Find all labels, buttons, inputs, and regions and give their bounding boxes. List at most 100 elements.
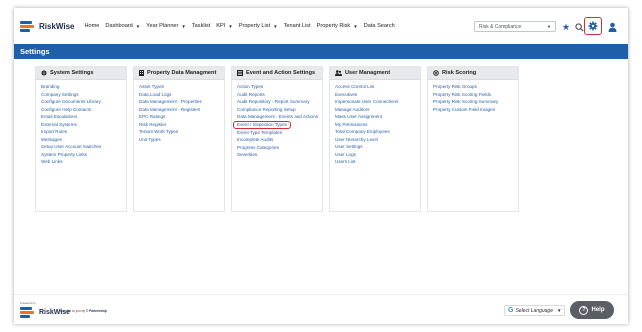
settings-link-data-management-events-and-actions[interactable]: Data Management - Events and Actions <box>237 113 322 121</box>
settings-link-property-custom-field-images[interactable]: Property Custom Field Images <box>433 106 518 114</box>
powered-by-label: Powered by <box>20 301 36 305</box>
caret-down-icon: ▼ <box>181 23 186 29</box>
settings-link-system-property-links[interactable]: System Property Links <box>41 151 126 159</box>
help-label: Help <box>591 307 605 313</box>
nav-item-tenant-list[interactable]: Tenant List <box>284 23 311 29</box>
settings-link-external-systems[interactable]: External Systems <box>41 121 126 129</box>
help-button[interactable]: ? Help <box>570 301 614 319</box>
settings-link-branding[interactable]: Branding <box>41 83 126 91</box>
footer-tagline: Brought to you by © Partnership <box>60 309 107 313</box>
settings-link-epc-ratings[interactable]: EPC Ratings <box>139 113 224 121</box>
highlighted-link-label: Event / Inspection Types <box>233 120 291 129</box>
user-icon[interactable] <box>607 22 617 32</box>
gear-icon <box>588 21 598 31</box>
settings-link-users-list[interactable]: Users List <box>335 158 420 166</box>
settings-link-access-control-list[interactable]: Access Control List <box>335 83 420 91</box>
settings-link-property-risk-scoring-fields[interactable]: Property Risk Scoring Fields <box>433 91 518 99</box>
caret-down-icon: ▼ <box>228 23 233 29</box>
settings-link-event-type-templates[interactable]: Event Type Templates <box>237 129 322 137</box>
chevron-down-icon: ▼ <box>547 24 551 29</box>
settings-link-company-settings[interactable]: Company Settings <box>41 91 126 99</box>
panel-title: User Managment <box>345 70 391 76</box>
settings-link-manage-auditors[interactable]: Manage Auditors <box>335 106 420 114</box>
panel-title: Risk Scoring <box>442 70 477 76</box>
nav-item-property-list[interactable]: Property List ▼ <box>239 23 278 29</box>
settings-link-configure-documents-library[interactable]: Configure Documents Library <box>41 98 126 106</box>
nav-item-label: Dashboard <box>105 23 133 29</box>
nav-item-tasklist[interactable]: Tasklist <box>192 23 210 29</box>
panel-title: System Settings <box>50 70 94 76</box>
nav-item-dashboard[interactable]: Dashboard ▼ <box>105 23 140 29</box>
nav-item-label: Year Planner <box>146 23 179 29</box>
settings-link-incomplete-audits[interactable]: Incomplete Audits <box>237 136 322 144</box>
settings-link-audit-reports[interactable]: Audit Reports <box>237 91 322 99</box>
settings-link-progress-categories[interactable]: Progress Categories <box>237 144 322 152</box>
settings-link-tenant-work-types[interactable]: Tenant Work Types <box>139 128 224 136</box>
app-window: RiskWise Home Dashboard ▼ Year Planner ▼ Task… <box>14 8 628 324</box>
nav-item-label: Property List <box>238 23 271 29</box>
settings-link-severities[interactable]: Severities <box>237 151 322 159</box>
nav-item-home[interactable]: Home <box>85 23 100 29</box>
settings-link-event-inspection-types[interactable]: Event / Inspection Types <box>233 120 322 129</box>
settings-link-messages[interactable]: Messages <box>41 136 126 144</box>
settings-link-audit-repository-report-summary[interactable]: Audit Repository - Report Summary <box>237 98 322 106</box>
settings-link-data-load-logs[interactable]: Data Load Logs <box>139 91 224 99</box>
language-select[interactable]: G Select Language ▼ <box>504 305 566 316</box>
logo-text: RiskWise <box>39 21 75 31</box>
panel-link-list: Property Risk Groups Property Risk Scorin… <box>428 80 518 113</box>
settings-link-asset-types[interactable]: Asset Types <box>139 83 224 91</box>
panel-title: Event and Action Settings <box>246 70 316 76</box>
building-icon <box>139 70 144 76</box>
settings-link-data-management-registers[interactable]: Data Management - Registers <box>139 106 224 114</box>
settings-link-compliance-reporting-setup[interactable]: Compliance Reporting Setup <box>237 106 322 114</box>
module-select[interactable]: Risk & Compliance ▼ <box>474 21 556 32</box>
settings-link-action-types[interactable]: Action Types <box>237 83 322 91</box>
nav-item-label: Tenant List <box>283 23 311 29</box>
settings-link-web-links[interactable]: Web Links <box>41 158 126 166</box>
star-icon[interactable]: ★ <box>561 22 571 32</box>
page-title: Settings <box>14 44 628 59</box>
caret-down-icon: ▼ <box>135 23 141 29</box>
settings-link-user-logs[interactable]: User Logs <box>335 151 420 159</box>
nav-item-year-planner[interactable]: Year Planner ▼ <box>146 23 186 29</box>
settings-link-property-risk-groups[interactable]: Property Risk Groups <box>433 83 518 91</box>
nav-item-label: Home <box>84 23 100 29</box>
settings-gear-button[interactable] <box>584 17 602 35</box>
settings-link-unit-types[interactable]: Unit Types <box>139 136 224 144</box>
settings-link-mass-user-assignment[interactable]: Mass User Assignment <box>335 113 420 121</box>
settings-link-my-permissions[interactable]: My Permissions <box>335 121 420 129</box>
settings-link-risk-register[interactable]: Risk Register <box>139 121 224 129</box>
panel-user-managment: User Managment Access Control List Executi… <box>329 66 421 212</box>
app-logo[interactable]: RiskWise <box>20 20 75 32</box>
panel-header: User Managment <box>330 67 420 80</box>
target-icon <box>433 70 439 76</box>
settings-link-configure-help-contacts[interactable]: Configure Help Contacts <box>41 106 126 114</box>
language-select-label: Select Language <box>515 307 553 314</box>
settings-link-setup-user-account-switches[interactable]: Setup User Account Switches <box>41 143 126 151</box>
settings-link-user-settings[interactable]: User Settings <box>335 143 420 151</box>
search-icon[interactable] <box>574 22 584 32</box>
panel-header: Event and Action Settings <box>232 67 322 80</box>
panel-title: Property Data Managment <box>147 70 217 76</box>
question-icon: ? <box>579 305 589 315</box>
settings-link-user-hierarchy-level[interactable]: User Hierarchy Level <box>335 136 420 144</box>
settings-link-impersonate-user-connections[interactable]: Impersonate User Connections <box>335 98 420 106</box>
caret-down-icon: ▼ <box>273 23 278 29</box>
settings-link-data-management-properties[interactable]: Data Management - Properties <box>139 98 224 106</box>
gear-icon <box>41 70 47 76</box>
nav-item-data-search[interactable]: Data Search <box>364 23 395 29</box>
settings-link-executives[interactable]: Executives <box>335 91 420 99</box>
top-navbar: RiskWise Home Dashboard ▼ Year Planner ▼ Task… <box>14 8 628 44</box>
settings-link-property-risk-scoring-summary[interactable]: Property Risk Scoring Summary <box>433 98 518 106</box>
panel-link-list: Asset Types Data Load Logs Data Management… <box>134 80 224 143</box>
settings-link-total-company-employees[interactable]: Total Company Employees <box>335 128 420 136</box>
settings-link-import-rules[interactable]: Import Rules <box>41 128 126 136</box>
module-select-value: Risk & Compliance <box>479 23 522 30</box>
logo-mark-icon <box>20 20 36 32</box>
panel-link-list: Access Control List Executives Impersonate… <box>330 80 420 166</box>
nav-item-kpi[interactable]: KPI ▼ <box>216 23 233 29</box>
nav-item-property-risk[interactable]: Property Risk ▼ <box>317 23 358 29</box>
panel-link-list: Branding Company Settings Configure Docume… <box>36 80 126 166</box>
panel-header: Risk Scoring <box>428 67 518 80</box>
settings-link-email-escalations[interactable]: Email Escalations <box>41 113 126 121</box>
